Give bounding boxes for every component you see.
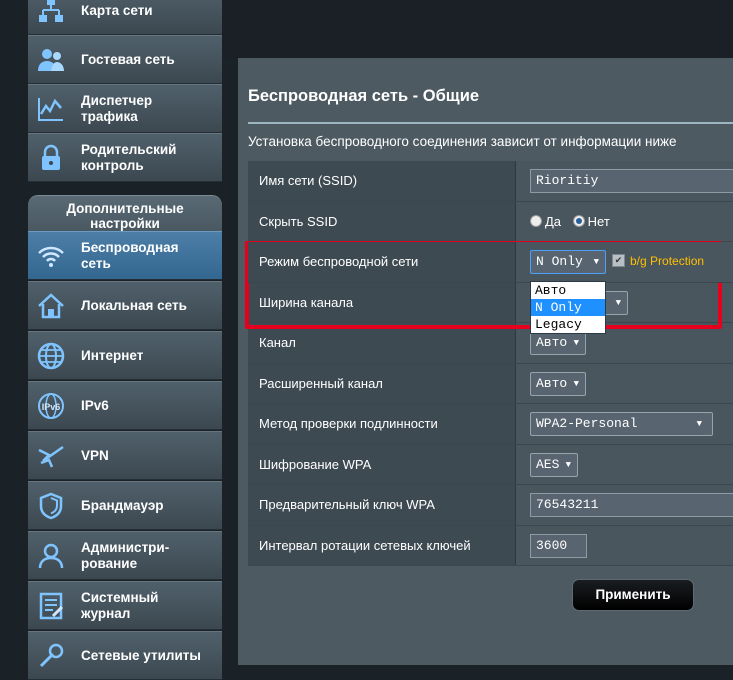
wireless-general-panel: Беспроводная сеть - Общие Установка бесп… — [238, 58, 733, 665]
sidebar-item-traffic-manager[interactable]: Диспетчер трафика — [28, 84, 222, 133]
title-divider — [248, 122, 733, 124]
wireless-icon — [36, 241, 66, 271]
hide-ssid-no-radio[interactable]: Нет — [572, 213, 610, 229]
radio-yes-label: Да — [545, 213, 562, 229]
table-row: Шифрование WPA AES ▼ — [248, 444, 733, 485]
table-row: Предварительный ключ WPA 76543211 — [248, 485, 733, 526]
table-row: Канал Авто ▼ — [248, 323, 733, 364]
radio-icon — [530, 214, 542, 227]
sidebar-item-wireless[interactable]: Беспроводная сеть — [28, 231, 222, 280]
dropdown-option[interactable]: Legacy — [531, 316, 605, 333]
lan-home-icon — [36, 291, 66, 321]
sidebar-item-label: Беспроводная сеть — [81, 239, 179, 271]
page-description: Установка беспроводного соединения завис… — [248, 134, 677, 149]
top-dark-area — [222, 0, 733, 58]
ssid-label: Имя сети (SSID) — [248, 161, 516, 201]
ext-channel-label: Расширенный канал — [248, 363, 516, 403]
hide-ssid-label: Скрыть SSID — [248, 201, 516, 241]
ext-channel-value: Авто — [536, 375, 568, 391]
network-tools-icon — [36, 641, 66, 671]
network-map-icon — [36, 0, 66, 26]
sidebar-item-label: Локальная сеть — [81, 297, 187, 313]
auth-method-select[interactable]: WPA2-Personal ▼ — [530, 412, 713, 436]
page-title: Беспроводная сеть - Общие — [248, 87, 480, 105]
table-row: Интервал ротации сетевых ключей 3600 — [248, 525, 733, 566]
sidebar-item-label: Гостевая сеть — [81, 51, 175, 67]
radio-no-label: Нет — [587, 213, 610, 229]
system-log-icon — [36, 591, 66, 621]
dropdown-arrow-icon: ▼ — [593, 257, 599, 267]
vpn-icon — [36, 441, 66, 471]
key-rotation-label: Интервал ротации сетевых ключей — [248, 525, 516, 565]
sidebar-item-label: Сетевые утилиты — [81, 647, 201, 663]
sidebar-item-label: VPN — [81, 447, 109, 463]
sidebar-item-network-tools[interactable]: Сетевые утилиты — [28, 631, 222, 680]
wireless-mode-dropdown-list: Авто N Only Legacy — [530, 281, 606, 334]
wireless-mode-value: N Only — [536, 254, 583, 269]
wpa-key-input[interactable]: 76543211 — [530, 493, 733, 517]
sidebar-item-label: IPv6 — [81, 397, 109, 413]
section-label: Дополнительные настройки — [66, 201, 184, 231]
sidebar-item-label: Администри- рование — [81, 539, 170, 571]
sidebar-item-firewall[interactable]: Брандмауэр — [28, 481, 222, 530]
sidebar-item-parental-control[interactable]: Родительский контроль — [28, 133, 222, 182]
table-row: Метод проверки подлинности WPA2-Personal… — [248, 404, 733, 445]
sidebar-item-lan[interactable]: Локальная сеть — [28, 281, 222, 330]
sidebar-item-label: Родительский контроль — [81, 141, 177, 173]
bg-protection-checkbox[interactable]: ✔ — [612, 254, 625, 267]
dropdown-arrow-icon: ▼ — [573, 338, 579, 348]
sidebar-item-system-log[interactable]: Системный журнал — [28, 581, 222, 630]
parental-control-icon — [36, 143, 66, 173]
apply-button[interactable]: Применить — [572, 579, 694, 611]
channel-select[interactable]: Авто ▼ — [530, 331, 586, 355]
sidebar-item-label: Системный журнал — [81, 589, 159, 621]
settings-table: Имя сети (SSID) Rioritiy Скрыть SSID Да … — [248, 161, 733, 566]
hide-ssid-yes-radio[interactable]: Да — [530, 214, 561, 229]
auth-method-value: WPA2-Personal — [536, 416, 638, 431]
dropdown-arrow-icon: ▼ — [565, 459, 571, 470]
firewall-shield-icon — [36, 491, 66, 521]
ipv6-globe-icon: IPv6 — [36, 391, 66, 421]
internet-globe-icon — [36, 341, 66, 371]
table-row: Расширенный канал Авто ▼ — [248, 363, 733, 404]
wpa-encryption-value: AES — [536, 456, 560, 472]
sidebar-item-label: Интернет — [81, 347, 144, 363]
sidebar-item-guest-network[interactable]: Гостевая сеть — [28, 35, 222, 84]
radio-selected-icon — [572, 214, 585, 227]
sidebar-item-label: Карта сети — [81, 2, 153, 18]
ssid-input[interactable]: Rioritiy — [530, 169, 733, 193]
sidebar-item-internet[interactable]: Интернет — [28, 331, 222, 380]
wpa-encryption-select[interactable]: AES ▼ — [530, 452, 578, 477]
table-row: Режим беспроводной сети N Only ▼ ✔ b/g P… — [248, 242, 733, 334]
key-rotation-input[interactable]: 3600 — [530, 533, 587, 558]
sidebar-item-ipv6[interactable]: IPv6 IPv6 — [28, 381, 222, 430]
sidebar-item-network-map[interactable]: Карта сети — [28, 0, 222, 35]
dropdown-arrow-icon: ▼ — [696, 419, 702, 429]
guest-network-icon — [36, 45, 66, 75]
wireless-mode-select[interactable]: N Only ▼ — [530, 250, 606, 274]
channel-value: Авто — [536, 335, 568, 350]
auth-method-label: Метод проверки подлинности — [248, 404, 516, 444]
table-row: Скрыть SSID Да Нет — [248, 201, 733, 242]
dropdown-option-highlighted[interactable]: N Only — [531, 299, 605, 316]
table-row: Имя сети (SSID) Rioritiy — [248, 161, 733, 202]
svg-text:IPv6: IPv6 — [42, 402, 61, 412]
bg-protection-label: b/g Protection — [630, 254, 705, 268]
traffic-manager-icon — [36, 94, 66, 124]
ext-channel-select[interactable]: Авто ▼ — [530, 371, 586, 396]
wpa-key-label: Предварительный ключ WPA — [248, 485, 516, 525]
administration-user-icon — [36, 541, 66, 571]
sidebar-item-vpn[interactable]: VPN — [28, 431, 222, 480]
wpa-encryption-label: Шифрование WPA — [248, 444, 516, 484]
sidebar-item-label: Брандмауэр — [81, 497, 164, 513]
sidebar-item-label: Диспетчер трафика — [81, 92, 153, 124]
dropdown-arrow-icon: ▼ — [573, 378, 579, 389]
dropdown-option[interactable]: Авто — [531, 282, 605, 299]
wireless-mode-label: Режим беспроводной сети — [248, 242, 516, 282]
sidebar-item-administration[interactable]: Администри- рование — [28, 531, 222, 580]
advanced-settings-header: Дополнительные настройки — [28, 195, 222, 235]
